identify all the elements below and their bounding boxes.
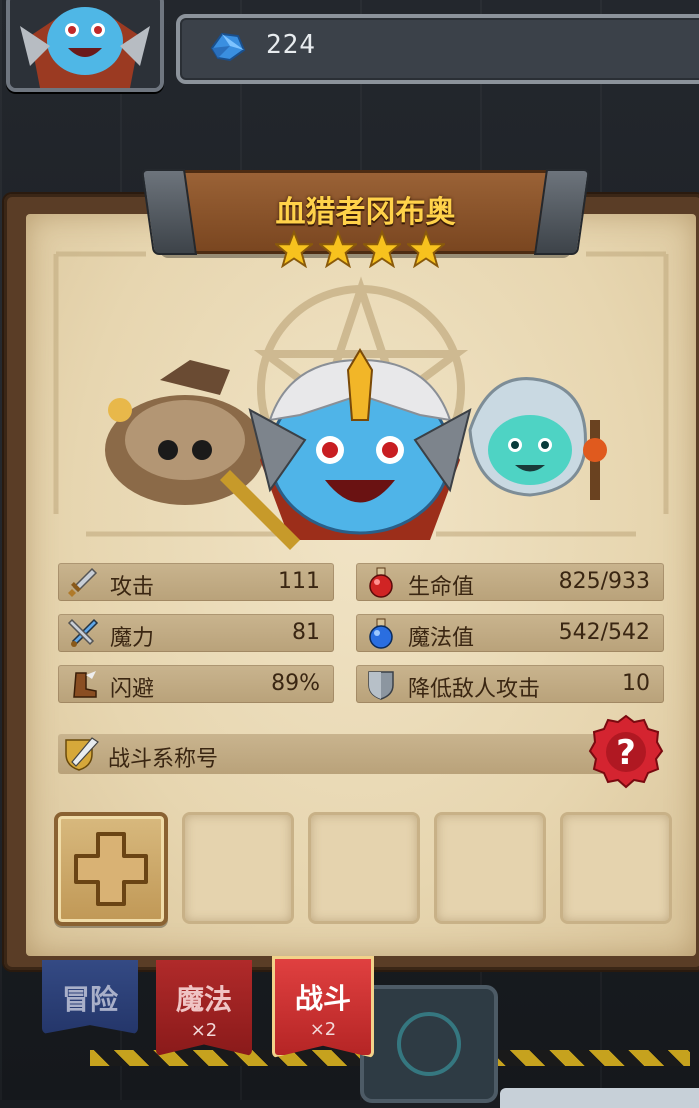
title-slot[interactable] <box>182 812 294 924</box>
blue-gem-icon <box>208 30 248 68</box>
stat-magic-power-value: 81 <box>292 620 320 645</box>
star-icon <box>407 230 445 268</box>
shield-icon <box>368 671 394 700</box>
machine-decoration <box>360 985 498 1103</box>
bottom-panel-edge <box>500 1088 699 1108</box>
stat-dodge-value: 89% <box>271 671 320 696</box>
blue-potion-icon <box>369 618 393 649</box>
tab-magic-label: 魔法 <box>175 983 232 1016</box>
sword-icon <box>68 567 98 597</box>
tab-adventure-label: 冒险 <box>61 983 118 1016</box>
star-icon <box>319 230 357 268</box>
stat-mp-value: 542/542 <box>558 620 650 645</box>
tab-magic[interactable]: 魔法 ×2 <box>156 960 252 1056</box>
stat-dodge-label: 闪避 <box>110 677 155 702</box>
gold-shield-sword-icon <box>65 737 99 771</box>
tab-battle-label: 战斗 <box>294 982 351 1015</box>
star-icon <box>275 230 313 268</box>
tab-battle-multiplier: ×2 <box>309 1019 337 1040</box>
hero-name: 血猎者冈布奥 <box>275 195 456 230</box>
stat-attack-value: 111 <box>278 569 320 594</box>
stat-hp: 生命值 825/933 <box>356 563 664 601</box>
tab-magic-multiplier: ×2 <box>190 1020 218 1041</box>
hooded-companion-sprite <box>468 377 607 500</box>
hero-character-group[interactable] <box>90 300 630 550</box>
stat-magic-power-label: 魔力 <box>110 626 155 651</box>
stat-reduce-enemy-attack-value: 10 <box>622 671 650 696</box>
battle-title-label: 战斗系称号 <box>108 747 219 772</box>
stat-hp-value: 825/933 <box>558 569 650 594</box>
battle-title-row[interactable]: 战斗系称号 <box>58 734 606 774</box>
stat-hp-label: 生命值 <box>408 575 475 600</box>
title-slot[interactable] <box>308 812 420 924</box>
crossed-blade-icon <box>67 618 99 647</box>
winged-boot-icon <box>73 671 97 698</box>
star-icon <box>363 230 401 268</box>
hero-star-rating <box>270 230 450 270</box>
title-slot[interactable] <box>560 812 672 924</box>
stat-mp: 魔法值 542/542 <box>356 614 664 652</box>
add-title-slot-button[interactable] <box>54 812 168 926</box>
tab-battle[interactable]: 战斗 ×2 <box>272 956 374 1058</box>
stat-attack-label: 攻击 <box>110 575 155 600</box>
question-mark-icon: ? <box>616 733 636 773</box>
currency-bar: 224 <box>176 14 699 84</box>
player-avatar[interactable] <box>6 0 164 92</box>
stat-reduce-enemy-attack: 降低敌人攻击 10 <box>356 665 664 703</box>
tab-adventure[interactable]: 冒险 <box>42 960 138 1034</box>
stat-attack: 攻击 111 <box>58 563 334 601</box>
gem-count: 224 <box>266 30 316 60</box>
stat-mp-label: 魔法值 <box>408 626 475 651</box>
stat-dodge: 闪避 89% <box>58 665 334 703</box>
red-potion-icon <box>369 567 393 598</box>
title-slot[interactable] <box>434 812 546 924</box>
stat-reduce-enemy-attack-label: 降低敌人攻击 <box>408 677 541 702</box>
plus-icon <box>74 832 148 906</box>
help-button[interactable]: ? <box>588 714 664 790</box>
stat-magic-power: 魔力 81 <box>58 614 334 652</box>
